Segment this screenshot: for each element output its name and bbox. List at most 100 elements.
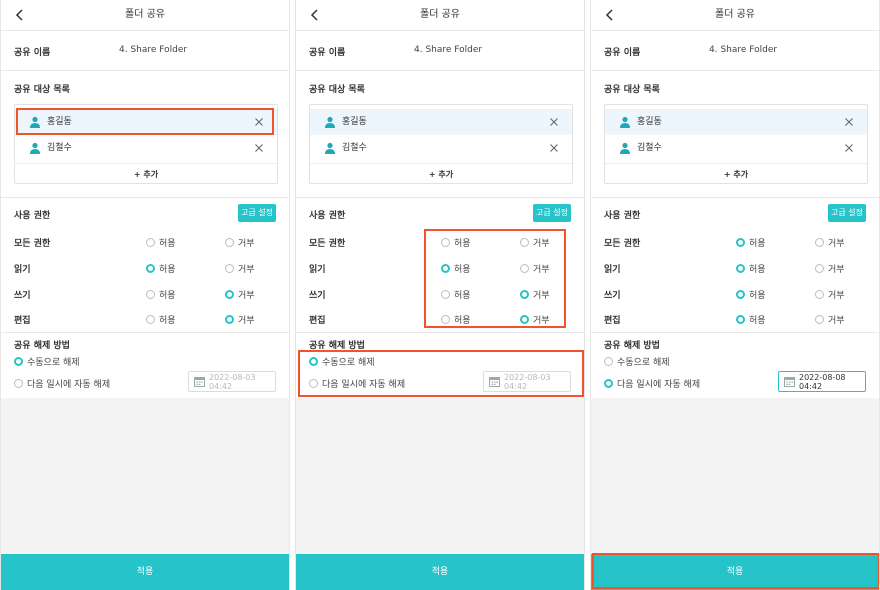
release-manual-radio[interactable]: 수동으로 해제 bbox=[14, 355, 80, 368]
release-date-picker[interactable]: 2022-08-03 04:42 bbox=[188, 371, 276, 392]
permission-allow-radio[interactable]: 허용 bbox=[441, 313, 471, 326]
radio-dot bbox=[309, 357, 318, 366]
radio-dot bbox=[520, 290, 529, 299]
radio-dot bbox=[225, 264, 234, 273]
add-user-button[interactable]: + 추가 bbox=[310, 163, 572, 184]
user-row[interactable]: 김철수 bbox=[605, 135, 867, 161]
release-auto-radio[interactable]: 다음 일시에 자동 해제 bbox=[309, 377, 405, 390]
permission-deny-radio[interactable]: 거부 bbox=[225, 236, 255, 249]
divider bbox=[591, 197, 879, 198]
share-name-label: 공유 이름 bbox=[14, 48, 51, 58]
header: 폴더 공유 bbox=[296, 0, 584, 30]
permission-allow-radio[interactable]: 허용 bbox=[146, 288, 176, 301]
permission-deny-radio[interactable]: 거부 bbox=[815, 288, 845, 301]
allow-label: 허용 bbox=[749, 291, 766, 301]
advanced-settings-button[interactable]: 고급 설정 bbox=[238, 204, 276, 222]
allow-label: 허용 bbox=[159, 316, 176, 326]
permission-allow-radio[interactable]: 허용 bbox=[736, 262, 766, 275]
radio-dot bbox=[736, 315, 745, 324]
permission-deny-radio[interactable]: 거부 bbox=[815, 236, 845, 249]
permission-deny-radio[interactable]: 거부 bbox=[225, 262, 255, 275]
calendar-icon bbox=[784, 377, 795, 387]
radio-dot bbox=[309, 379, 318, 388]
permission-allow-radio[interactable]: 허용 bbox=[441, 236, 471, 249]
permission-allow-radio[interactable]: 허용 bbox=[736, 288, 766, 301]
release-date-picker[interactable]: 2022-08-03 04:42 bbox=[483, 371, 571, 392]
permission-allow-radio[interactable]: 허용 bbox=[441, 288, 471, 301]
permissions-label: 사용 권한 bbox=[14, 211, 51, 221]
permission-label: 편집 bbox=[309, 316, 326, 326]
radio-dot bbox=[225, 238, 234, 247]
radio-dot bbox=[520, 264, 529, 273]
add-user-button[interactable]: + 추가 bbox=[15, 163, 277, 184]
share-name-value: 4. Share Folder bbox=[709, 45, 778, 55]
radio-dot bbox=[146, 264, 155, 273]
close-icon[interactable] bbox=[843, 142, 855, 154]
close-icon[interactable] bbox=[843, 116, 855, 128]
user-row[interactable]: 홍길동 bbox=[15, 109, 277, 135]
calendar-icon bbox=[489, 377, 500, 387]
user-icon bbox=[30, 116, 40, 128]
permission-allow-radio[interactable]: 허용 bbox=[736, 313, 766, 326]
apply-button[interactable]: 적용 bbox=[591, 554, 879, 590]
radio-dot bbox=[14, 357, 23, 366]
user-row[interactable]: 홍길동 bbox=[310, 109, 572, 135]
permission-label: 모든 권한 bbox=[309, 239, 346, 249]
apply-button[interactable]: 적용 bbox=[296, 554, 584, 590]
release-auto-label: 다음 일시에 자동 해제 bbox=[322, 380, 406, 390]
radio-dot bbox=[604, 379, 613, 388]
share-name-label: 공유 이름 bbox=[309, 48, 346, 58]
user-row[interactable]: 김철수 bbox=[310, 135, 572, 161]
release-auto-radio[interactable]: 다음 일시에 자동 해제 bbox=[14, 377, 110, 390]
close-icon[interactable] bbox=[253, 116, 265, 128]
permission-allow-radio[interactable]: 허용 bbox=[146, 262, 176, 275]
permission-allow-radio[interactable]: 허용 bbox=[736, 236, 766, 249]
permission-deny-radio[interactable]: 거부 bbox=[225, 313, 255, 326]
permission-allow-radio[interactable]: 허용 bbox=[146, 313, 176, 326]
radio-dot bbox=[815, 238, 824, 247]
permission-label: 편집 bbox=[604, 316, 621, 326]
share-targets-label: 공유 대상 목록 bbox=[604, 85, 660, 95]
radio-dot bbox=[520, 238, 529, 247]
deny-label: 거부 bbox=[828, 239, 845, 249]
radio-dot bbox=[815, 315, 824, 324]
permission-allow-radio[interactable]: 허용 bbox=[146, 236, 176, 249]
release-manual-radio[interactable]: 수동으로 해제 bbox=[604, 355, 670, 368]
permission-deny-radio[interactable]: 거부 bbox=[520, 262, 550, 275]
deny-label: 거부 bbox=[238, 239, 255, 249]
release-auto-radio[interactable]: 다음 일시에 자동 해제 bbox=[604, 377, 700, 390]
share-targets-label: 공유 대상 목록 bbox=[309, 85, 365, 95]
permission-deny-radio[interactable]: 거부 bbox=[520, 236, 550, 249]
release-date-picker[interactable]: 2022-08-08 04:42 bbox=[778, 371, 866, 392]
apply-button[interactable]: 적용 bbox=[1, 554, 289, 590]
radio-dot bbox=[815, 290, 824, 299]
add-user-button[interactable]: + 추가 bbox=[605, 163, 867, 184]
permission-deny-radio[interactable]: 거부 bbox=[225, 288, 255, 301]
advanced-settings-button[interactable]: 고급 설정 bbox=[828, 204, 866, 222]
user-icon bbox=[620, 116, 630, 128]
divider bbox=[1, 197, 289, 198]
release-auto-label: 다음 일시에 자동 해제 bbox=[27, 380, 111, 390]
radio-dot bbox=[520, 315, 529, 324]
permission-allow-radio[interactable]: 허용 bbox=[441, 262, 471, 275]
close-icon[interactable] bbox=[548, 116, 560, 128]
release-manual-radio[interactable]: 수동으로 해제 bbox=[309, 355, 375, 368]
permission-label: 읽기 bbox=[309, 265, 326, 275]
radio-dot bbox=[815, 264, 824, 273]
user-row[interactable]: 홍길동 bbox=[605, 109, 867, 135]
release-auto-label: 다음 일시에 자동 해제 bbox=[617, 380, 701, 390]
radio-dot bbox=[225, 315, 234, 324]
close-icon[interactable] bbox=[253, 142, 265, 154]
user-row[interactable]: 김철수 bbox=[15, 135, 277, 161]
permission-deny-radio[interactable]: 거부 bbox=[520, 288, 550, 301]
close-icon[interactable] bbox=[548, 142, 560, 154]
user-icon bbox=[30, 142, 40, 154]
share-dialog-panel: 폴더 공유 공유 이름 4. Share Folder 공유 대상 목록 홍길동… bbox=[295, 0, 585, 590]
divider bbox=[591, 30, 879, 31]
advanced-settings-button[interactable]: 고급 설정 bbox=[533, 204, 571, 222]
permission-deny-radio[interactable]: 거부 bbox=[520, 313, 550, 326]
user-name: 김철수 bbox=[637, 143, 662, 153]
permission-deny-radio[interactable]: 거부 bbox=[815, 313, 845, 326]
radio-dot bbox=[441, 315, 450, 324]
permission-deny-radio[interactable]: 거부 bbox=[815, 262, 845, 275]
